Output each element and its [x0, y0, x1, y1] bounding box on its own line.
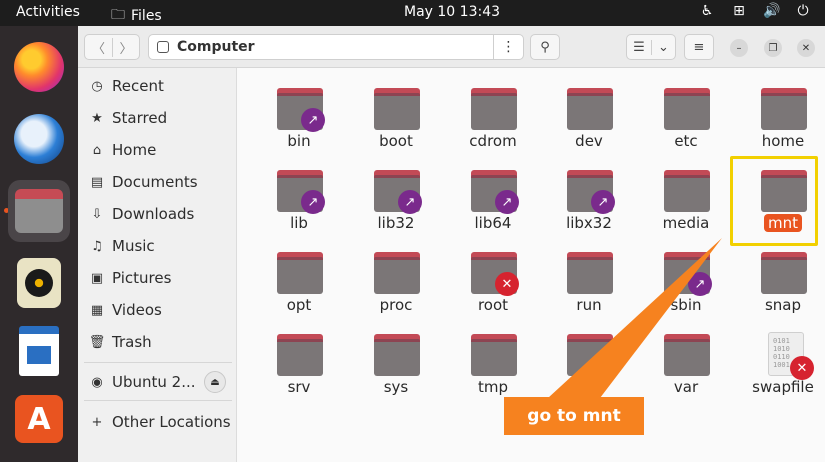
annotation-arrow: [548, 238, 722, 398]
annotation-callout: go to mnt: [504, 397, 644, 435]
